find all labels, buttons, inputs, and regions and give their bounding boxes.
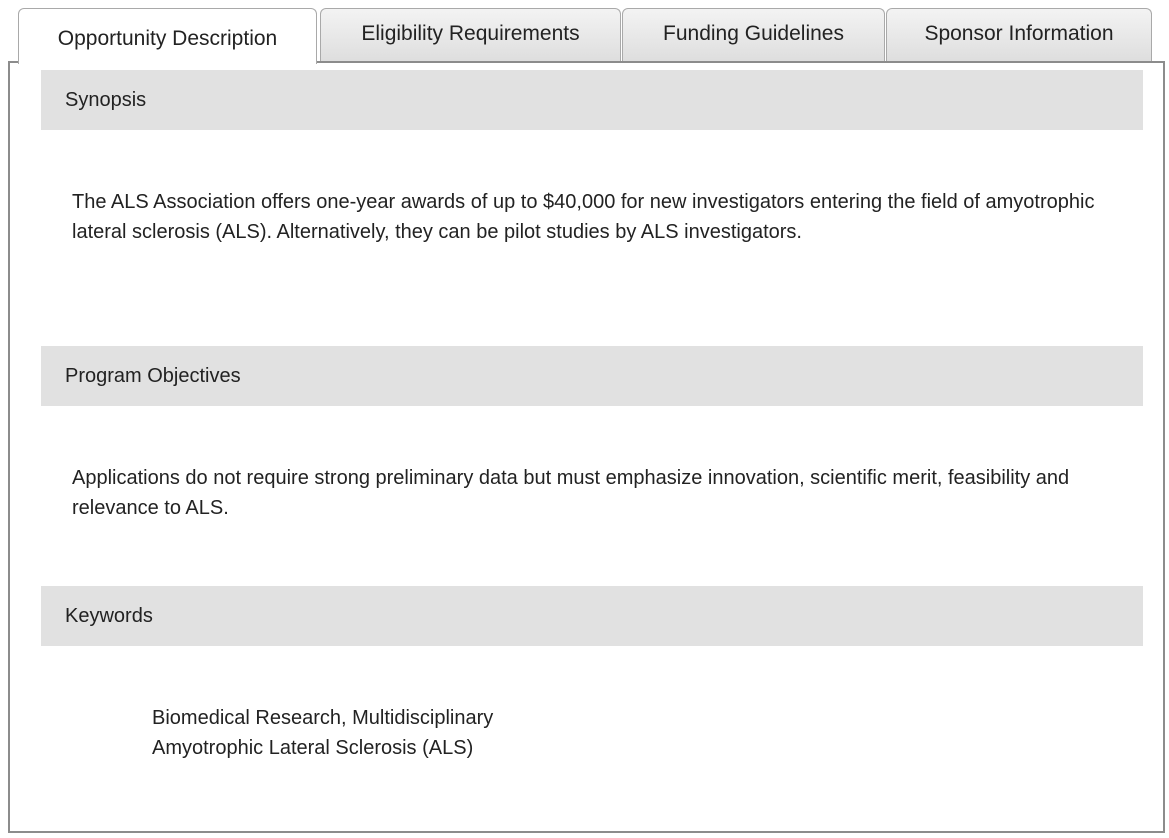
keywords-header: Keywords bbox=[41, 586, 1143, 646]
tab-opportunity-description[interactable]: Opportunity Description bbox=[18, 8, 317, 64]
synopsis-header: Synopsis bbox=[41, 70, 1143, 130]
keyword-item: Biomedical Research, Multidisciplinary bbox=[152, 707, 494, 729]
tab-sponsor-information[interactable]: Sponsor Information bbox=[886, 8, 1152, 61]
synopsis-text: The ALS Association offers one-year awar… bbox=[72, 191, 1095, 243]
program-objectives-header: Program Objectives bbox=[41, 346, 1143, 406]
tab-bar: Opportunity Description Eligibility Requ… bbox=[0, 0, 1169, 64]
tab-eligibility-requirements[interactable]: Eligibility Requirements bbox=[320, 8, 621, 61]
tab-panel-opportunity-description: Synopsis The ALS Association offers one-… bbox=[8, 61, 1165, 833]
keyword-item: Amyotrophic Lateral Sclerosis (ALS) bbox=[152, 737, 474, 759]
tab-funding-guidelines[interactable]: Funding Guidelines bbox=[622, 8, 885, 61]
keywords-list: Biomedical Research, Multidisciplinary A… bbox=[152, 703, 493, 763]
program-objectives-text: Applications do not require strong preli… bbox=[72, 467, 1070, 519]
